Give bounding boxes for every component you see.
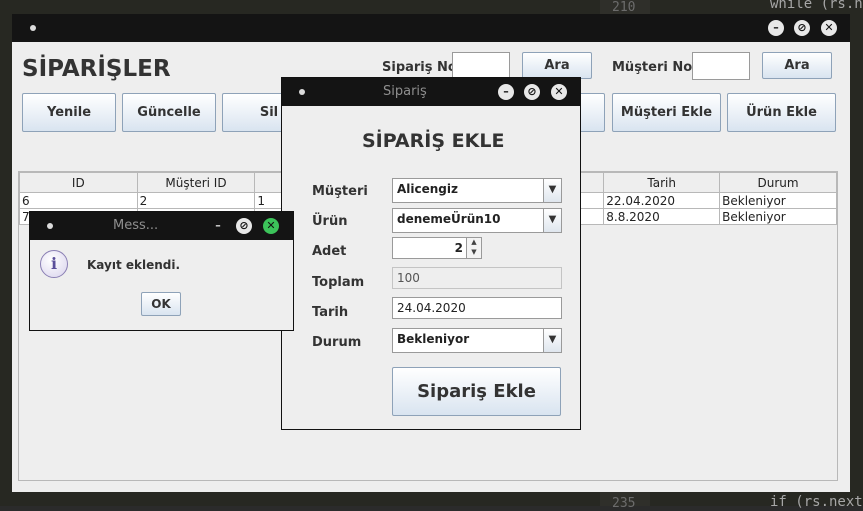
urun-label: Ürün bbox=[312, 214, 348, 229]
musteri-value: Alicengiz bbox=[397, 182, 458, 196]
search-order-button[interactable]: Ara bbox=[522, 52, 592, 79]
spin-down-icon[interactable]: ▼ bbox=[466, 248, 481, 258]
maximize-icon[interactable]: ⊘ bbox=[236, 218, 252, 234]
message-titlebar[interactable]: Mess... – ⊘ ✕ bbox=[30, 212, 293, 240]
minimize-icon[interactable]: – bbox=[498, 84, 514, 100]
cell-durum[interactable]: Bekleniyor bbox=[719, 208, 837, 225]
close-icon[interactable]: ✕ bbox=[551, 84, 567, 100]
close-icon[interactable]: ✕ bbox=[263, 218, 279, 234]
chevron-down-icon[interactable]: ▼ bbox=[543, 209, 561, 232]
dialog-titlebar[interactable]: Sipariş – ⊘ ✕ bbox=[282, 78, 580, 106]
column-header-musteri-id[interactable]: Müşteri ID bbox=[136, 172, 256, 193]
window-menu-dot[interactable] bbox=[30, 25, 36, 31]
minimize-icon[interactable]: – bbox=[210, 218, 226, 234]
page-title: SİPARİŞLER bbox=[22, 56, 171, 82]
ok-button[interactable]: OK bbox=[141, 292, 181, 316]
toplam-field: 100 bbox=[392, 267, 562, 289]
cell-durum[interactable]: Bekleniyor bbox=[719, 192, 837, 209]
maximize-icon[interactable]: ⊘ bbox=[794, 20, 810, 36]
durum-combo[interactable]: Bekleniyor ▼ bbox=[392, 328, 562, 353]
chevron-down-icon[interactable]: ▼ bbox=[543, 179, 561, 202]
cell-tarih[interactable]: 8.8.2020 bbox=[603, 208, 721, 225]
message-dialog: Mess... – ⊘ ✕ i Kayıt eklendi. OK bbox=[30, 212, 293, 330]
dialog-title: Sipariş bbox=[383, 84, 427, 99]
column-header-durum[interactable]: Durum bbox=[719, 172, 837, 193]
add-customer-button[interactable]: Müşteri Ekle bbox=[612, 93, 721, 132]
toplam-label: Toplam bbox=[312, 275, 365, 290]
tarih-label: Tarih bbox=[312, 305, 349, 320]
musteri-label: Müşteri bbox=[312, 184, 368, 199]
add-product-button[interactable]: Ürün Ekle bbox=[727, 93, 836, 132]
column-header-id[interactable]: ID bbox=[19, 172, 138, 193]
cell-id[interactable]: 6 bbox=[19, 192, 138, 209]
ide-code-line: if (rs.next( bbox=[770, 494, 863, 510]
close-icon[interactable]: ✕ bbox=[821, 20, 837, 36]
chevron-down-icon[interactable]: ▼ bbox=[543, 329, 561, 352]
column-header-tarih[interactable]: Tarih bbox=[603, 172, 721, 193]
durum-value: Bekleniyor bbox=[397, 332, 470, 346]
musteri-no-label: Müşteri No bbox=[612, 60, 693, 75]
add-order-dialog: Sipariş – ⊘ ✕ SİPARİŞ EKLE Müşteri Alice… bbox=[282, 78, 580, 429]
minimize-icon[interactable]: – bbox=[768, 20, 784, 36]
siparis-no-label: Sipariş No bbox=[382, 60, 457, 75]
window-menu-dot[interactable] bbox=[299, 89, 305, 95]
adet-label: Adet bbox=[312, 244, 347, 259]
dialog-heading: SİPARİŞ EKLE bbox=[362, 130, 505, 152]
message-text: Kayıt eklendi. bbox=[87, 258, 181, 272]
ide-line-number: 210 bbox=[612, 0, 636, 15]
update-button[interactable]: Güncelle bbox=[122, 93, 216, 132]
refresh-button[interactable]: Yenile bbox=[22, 93, 116, 132]
urun-value: denemeÜrün10 bbox=[397, 212, 501, 226]
search-customer-button[interactable]: Ara bbox=[762, 52, 832, 79]
musteri-no-input[interactable] bbox=[692, 52, 750, 80]
tarih-input[interactable]: 24.04.2020 bbox=[392, 297, 562, 319]
adet-spinner[interactable]: 2 ▲ ▼ bbox=[392, 237, 482, 259]
maximize-icon[interactable]: ⊘ bbox=[524, 84, 540, 100]
spin-up-icon[interactable]: ▲ bbox=[466, 238, 481, 248]
add-order-submit-button[interactable]: Sipariş Ekle bbox=[392, 367, 561, 416]
adet-value: 2 bbox=[454, 241, 463, 255]
musteri-combo[interactable]: Alicengiz ▼ bbox=[392, 178, 562, 203]
cell-musteri-id[interactable]: 2 bbox=[136, 192, 256, 209]
message-title: Mess... bbox=[113, 218, 159, 233]
cell-tarih[interactable]: 22.04.2020 bbox=[603, 192, 721, 209]
orders-window-titlebar[interactable]: – ⊘ ✕ bbox=[12, 14, 850, 42]
ide-code-line: while (rs.ne bbox=[770, 0, 863, 12]
info-icon: i bbox=[40, 250, 68, 278]
siparis-no-input[interactable] bbox=[452, 52, 510, 80]
ide-line-number: 235 bbox=[612, 496, 636, 511]
window-menu-dot[interactable] bbox=[47, 223, 53, 229]
durum-label: Durum bbox=[312, 335, 362, 350]
urun-combo[interactable]: denemeÜrün10 ▼ bbox=[392, 208, 562, 233]
